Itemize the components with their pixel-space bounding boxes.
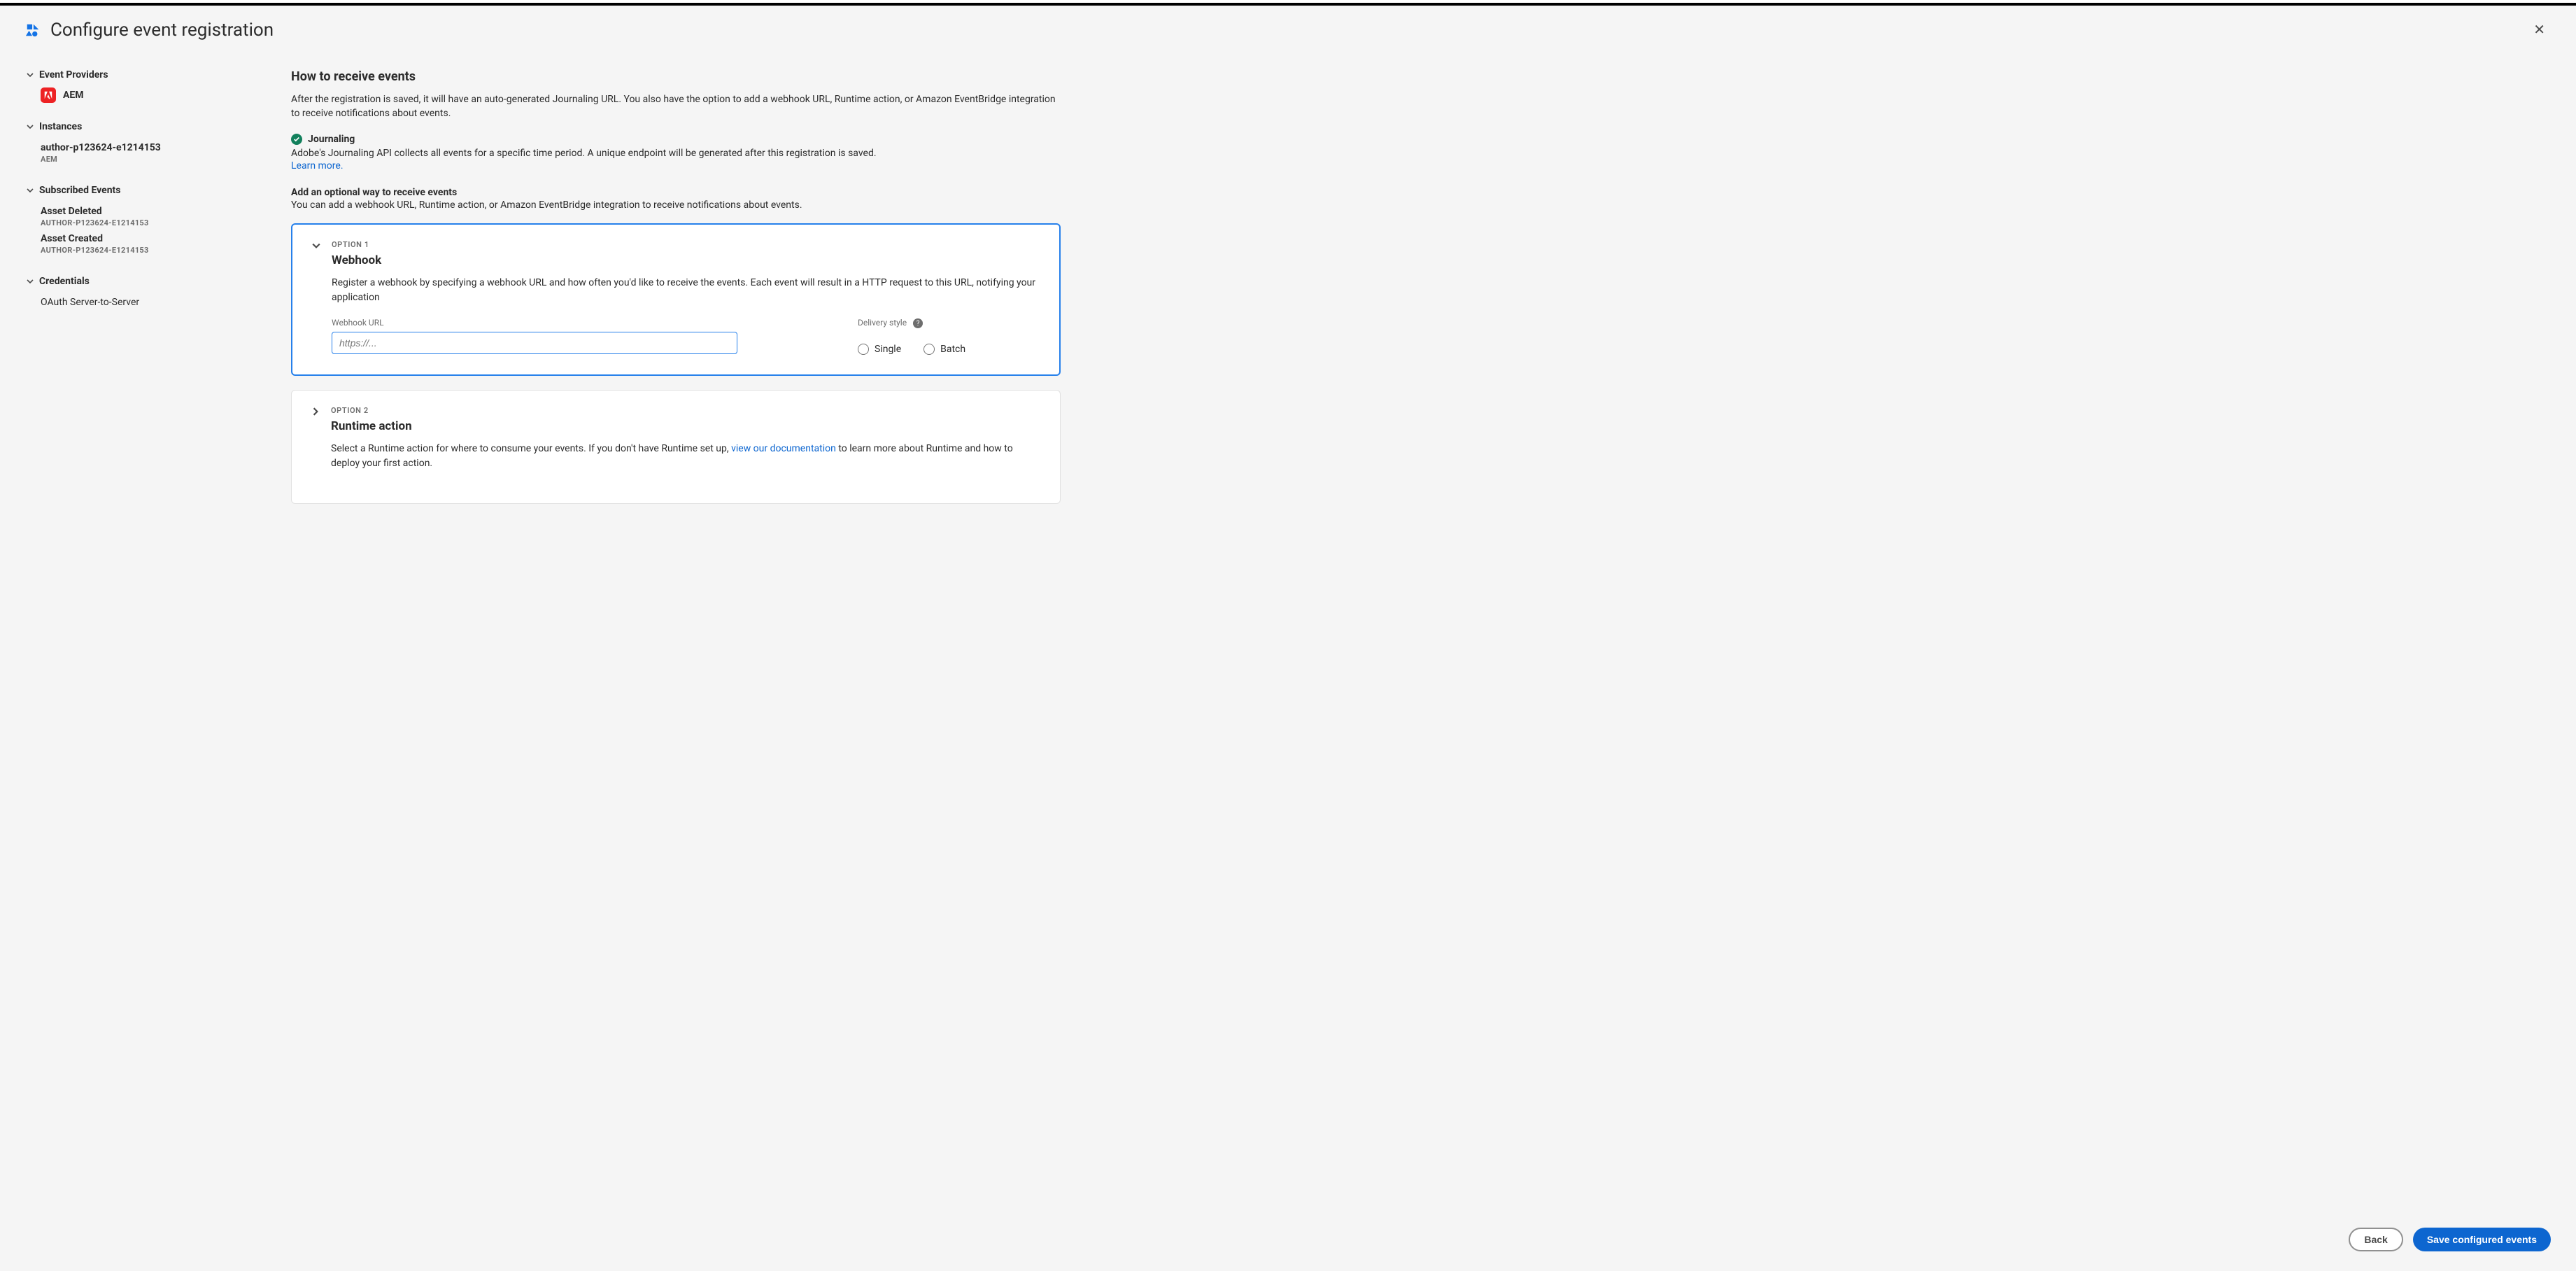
event-name: Asset Deleted xyxy=(41,206,102,217)
credential-name: OAuth Server-to-Server xyxy=(41,297,139,308)
credential-item[interactable]: OAuth Server-to-Server xyxy=(25,294,263,311)
instance-sub: AEM xyxy=(41,155,263,164)
option-header[interactable]: OPTION 1 Webhook xyxy=(312,240,1040,267)
sidebar-heading-label: Credentials xyxy=(39,276,90,287)
radio-batch-input[interactable] xyxy=(923,344,935,355)
journaling-desc: Adobe's Journaling API collects all even… xyxy=(291,148,1061,159)
webhook-url-label: Webhook URL xyxy=(332,318,816,328)
optional-desc: You can add a webhook URL, Runtime actio… xyxy=(291,199,1061,211)
chevron-down-icon xyxy=(312,241,322,250)
main-content: How to receive events After the registra… xyxy=(291,57,1061,1201)
delivery-style-text: Delivery style xyxy=(858,318,907,328)
radio-single-label: Single xyxy=(875,344,901,355)
sidebar-heading-label: Instances xyxy=(39,121,82,132)
help-icon[interactable]: ? xyxy=(913,318,923,328)
sidebar-heading-label: Event Providers xyxy=(39,69,108,80)
radio-batch[interactable]: Batch xyxy=(923,344,965,355)
delivery-radio-group: Single Batch xyxy=(858,344,1040,355)
journaling-row: Journaling xyxy=(291,134,1061,145)
option-header[interactable]: OPTION 2 Runtime action xyxy=(311,406,1040,433)
radio-single[interactable]: Single xyxy=(858,344,901,355)
option-card-runtime: OPTION 2 Runtime action Select a Runtime… xyxy=(291,390,1061,504)
option-title: Webhook xyxy=(332,253,381,267)
chevron-right-icon xyxy=(311,407,321,416)
sidebar-heading-credentials[interactable]: Credentials xyxy=(25,276,263,287)
webhook-form-row: Webhook URL Delivery style ? xyxy=(332,318,1040,356)
option-card-webhook: OPTION 1 Webhook Register a webhook by s… xyxy=(291,223,1061,377)
sidebar: Event Providers AEM Instances a xyxy=(25,57,263,1201)
sidebar-section-providers: Event Providers AEM xyxy=(25,69,263,103)
option-desc: Register a webhook by specifying a webho… xyxy=(332,276,1040,305)
view-documentation-link[interactable]: view our documentation xyxy=(731,443,836,454)
subscribed-event-item[interactable]: Asset Created AUTHOR-P123624-E1214153 xyxy=(25,230,263,258)
delivery-style-col: Delivery style ? Single Batch xyxy=(858,318,1040,356)
chevron-down-icon xyxy=(25,187,35,194)
page-header: Configure event registration ✕ xyxy=(0,6,2576,50)
instance-name: author-p123624-e1214153 xyxy=(41,142,161,153)
delivery-style-label: Delivery style ? xyxy=(858,318,1040,329)
event-source: AUTHOR-P123624-E1214153 xyxy=(41,218,263,227)
window-chrome-bar xyxy=(0,0,2576,6)
dialog-footer: Back Save configured events xyxy=(0,1215,2576,1271)
event-name: Asset Created xyxy=(41,233,103,244)
sidebar-section-instances: Instances author-p123624-e1214153 AEM xyxy=(25,121,263,167)
radio-batch-label: Batch xyxy=(940,344,965,355)
option-label: OPTION 1 xyxy=(332,240,381,249)
sidebar-heading-events[interactable]: Subscribed Events xyxy=(25,185,263,196)
back-button[interactable]: Back xyxy=(2349,1228,2402,1251)
adobe-logo-icon xyxy=(41,87,56,103)
section-lead: After the registration is saved, it will… xyxy=(291,92,1061,121)
provider-name: AEM xyxy=(63,90,84,101)
option-body: Register a webhook by specifying a webho… xyxy=(312,276,1040,356)
option-label: OPTION 2 xyxy=(331,406,412,415)
option-desc-pre: Select a Runtime action for where to con… xyxy=(331,443,731,454)
radio-single-input[interactable] xyxy=(858,344,869,355)
chevron-down-icon xyxy=(25,71,35,78)
section-heading: How to receive events xyxy=(291,69,1061,84)
webhook-url-col: Webhook URL xyxy=(332,318,816,354)
option-desc: Select a Runtime action for where to con… xyxy=(331,442,1040,471)
checkmark-icon xyxy=(291,134,302,145)
save-button[interactable]: Save configured events xyxy=(2413,1228,2551,1251)
close-button[interactable]: ✕ xyxy=(2528,18,2551,41)
option-title: Runtime action xyxy=(331,419,412,433)
sidebar-section-events: Subscribed Events Asset Deleted AUTHOR-P… xyxy=(25,185,263,258)
sidebar-heading-instances[interactable]: Instances xyxy=(25,121,263,132)
close-icon: ✕ xyxy=(2533,22,2545,38)
content-body: Event Providers AEM Instances a xyxy=(0,50,2576,1215)
optional-heading: Add an optional way to receive events xyxy=(291,187,1061,198)
event-source: AUTHOR-P123624-E1214153 xyxy=(41,246,263,255)
journaling-title: Journaling xyxy=(308,134,355,145)
learn-more-link[interactable]: Learn more. xyxy=(291,160,344,171)
sidebar-heading-providers[interactable]: Event Providers xyxy=(25,69,263,80)
subscribed-event-item[interactable]: Asset Deleted AUTHOR-P123624-E1214153 xyxy=(25,203,263,230)
option-body: Select a Runtime action for where to con… xyxy=(311,442,1040,471)
provider-item-aem[interactable]: AEM xyxy=(25,87,263,103)
sidebar-heading-label: Subscribed Events xyxy=(39,185,120,196)
chevron-down-icon xyxy=(25,123,35,130)
configure-icon xyxy=(25,22,41,38)
chevron-down-icon xyxy=(25,278,35,285)
webhook-url-input[interactable] xyxy=(332,332,737,354)
instance-item[interactable]: author-p123624-e1214153 AEM xyxy=(25,139,263,167)
app-root: Configure event registration ✕ Event Pro… xyxy=(0,6,2576,1271)
page-title: Configure event registration xyxy=(50,20,274,41)
sidebar-section-credentials: Credentials OAuth Server-to-Server xyxy=(25,276,263,311)
